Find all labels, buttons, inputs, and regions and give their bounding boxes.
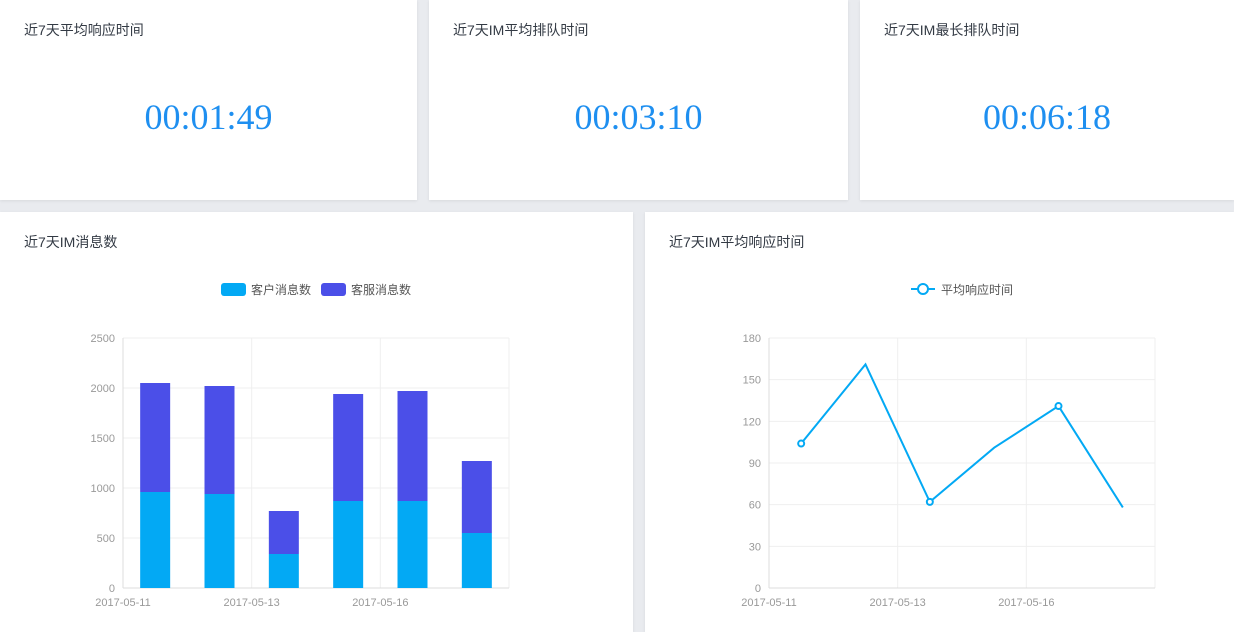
bar-customer-messages [397, 501, 428, 588]
response-line-chart: 0 30 60 90 120 150 180 2017-05-11 2017-05-13 2017… [741, 282, 1156, 609]
bar-customer-messages [204, 494, 235, 588]
y-tick-label: 500 [97, 533, 115, 545]
bar-customer-messages [140, 492, 171, 588]
stat-card-max-queue: 近7天IM最长排队时间 00:06:18 [860, 0, 1234, 200]
bar-customer-messages [268, 554, 299, 588]
bar-customer-messages [461, 533, 492, 588]
bar-agent-messages [397, 391, 428, 501]
bar-agent-messages [333, 394, 364, 501]
chart-card-response: 近7天IM平均响应时间 0 30 60 90 120 150 180 2017-05-11 20… [645, 212, 1234, 632]
y-tick-label: 2500 [91, 333, 115, 345]
legend-swatch [221, 283, 246, 296]
legend-marker [917, 283, 929, 295]
y-tick-label: 120 [743, 416, 761, 428]
stat-title: 近7天平均响应时间 [24, 22, 144, 38]
stat-card-avg-queue: 近7天IM平均排队时间 00:03:10 [429, 0, 848, 200]
messages-bar-chart: 0 500 1000 1500 2000 2500 2017-05-11 2017-05-13… [91, 282, 510, 609]
stat-value: 00:03:10 [574, 97, 703, 137]
y-tick-label: 2000 [91, 383, 115, 395]
y-tick-label: 1500 [91, 433, 115, 445]
legend-swatch [321, 283, 346, 296]
data-point [1054, 402, 1063, 411]
x-tick-label: 2017-05-13 [870, 597, 926, 609]
bar-agent-messages [140, 383, 171, 492]
y-tick-label: 30 [749, 541, 761, 553]
x-tick-label: 2017-05-11 [95, 597, 150, 609]
bar-agent-messages [268, 511, 299, 554]
chart-card-messages: 近7天IM消息数 0 500 1000 1500 2000 2500 2017-05-11 2… [0, 212, 633, 632]
legend-label: 客户消息数 [251, 282, 311, 297]
bar-agent-messages [204, 386, 235, 494]
x-tick-label: 2017-05-11 [741, 597, 796, 609]
legend-label: 客服消息数 [351, 282, 411, 297]
series-line-avg-response [800, 362, 1124, 508]
y-tick-label: 1000 [91, 483, 115, 495]
x-tick-label: 2017-05-16 [352, 597, 408, 609]
data-point [797, 439, 806, 448]
y-tick-label: 150 [743, 375, 761, 387]
stat-value: 00:06:18 [982, 97, 1111, 137]
y-tick-label: 0 [755, 583, 761, 595]
y-tick-label: 60 [749, 500, 761, 512]
x-tick-label: 2017-05-13 [224, 597, 280, 609]
data-point [925, 497, 934, 506]
bar-customer-messages [333, 501, 364, 588]
legend-label: 平均响应时间 [941, 282, 1013, 297]
stat-title: 近7天IM平均排队时间 [453, 22, 589, 38]
x-tick-label: 2017-05-16 [998, 597, 1054, 609]
stat-card-avg-response: 近7天平均响应时间 00:01:49 [0, 0, 417, 200]
bar-agent-messages [461, 461, 492, 533]
stat-title: 近7天IM最长排队时间 [884, 22, 1020, 38]
y-tick-label: 180 [743, 333, 761, 345]
stat-value: 00:01:49 [144, 97, 273, 137]
y-tick-label: 90 [749, 458, 761, 470]
y-tick-label: 0 [109, 583, 115, 595]
